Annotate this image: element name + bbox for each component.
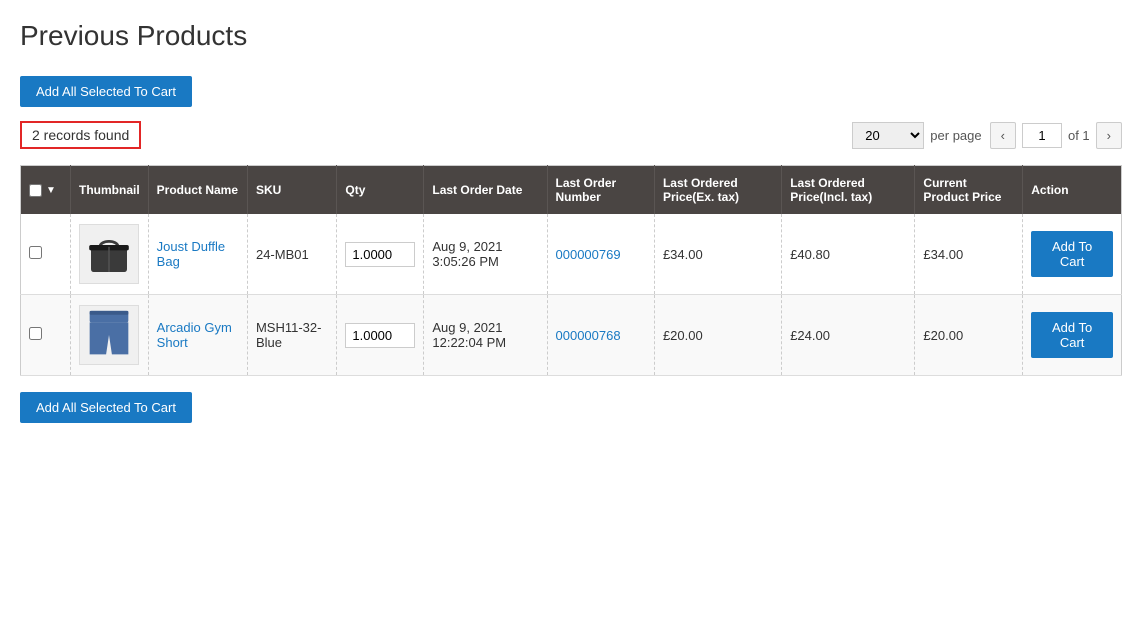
row2-current-price-cell: £20.00 [915,295,1023,376]
row2-product-name-cell[interactable]: Arcadio Gym Short [148,295,247,376]
row2-action-cell[interactable]: Add To Cart [1023,295,1122,376]
page-number-input[interactable] [1022,123,1062,148]
th-last-ordered-price-ex: Last Ordered Price(Ex. tax) [654,166,781,215]
table-row: Joust Duffle Bag 24-MB01 Aug 9, 2021 3:0… [21,214,1122,295]
records-found: 2 records found [20,121,141,149]
page-title: Previous Products [20,20,1122,52]
th-last-order-date: Last Order Date [424,166,547,215]
row1-price-incl-cell: £40.80 [782,214,915,295]
row1-last-order-number-cell[interactable]: 000000769 [547,214,654,295]
per-page-select[interactable]: 20 50 100 per page [852,122,981,149]
row2-checkbox[interactable] [29,327,42,340]
row2-order-link[interactable]: 000000768 [556,328,621,343]
th-thumbnail: Thumbnail [71,166,149,215]
table-row: Arcadio Gym Short MSH11-32-Blue Aug 9, 2… [21,295,1122,376]
row2-last-order-date-cell: Aug 9, 2021 12:22:04 PM [424,295,547,376]
row2-qty-input[interactable] [345,323,415,348]
select-all-dropdown-icon[interactable]: ▼ [46,185,56,196]
add-all-bottom-button[interactable]: Add All Selected To Cart [20,392,192,423]
row1-current-price: £34.00 [923,247,963,262]
row2-price-incl-cell: £24.00 [782,295,915,376]
row1-price-incl: £40.80 [790,247,830,262]
table-header-row: ▼ Thumbnail Product Name SKU Qty Last Or… [21,166,1122,215]
row2-thumbnail [79,305,139,365]
pagination-controls: 20 50 100 per page ‹ of 1 › [852,122,1122,149]
th-product-name: Product Name [148,166,247,215]
shorts-thumbnail-icon [84,306,134,364]
row2-last-order-date: Aug 9, 2021 12:22:04 PM [432,320,506,350]
row1-last-order-date-cell: Aug 9, 2021 3:05:26 PM [424,214,547,295]
row1-product-name-cell[interactable]: Joust Duffle Bag [148,214,247,295]
row1-checkbox-cell[interactable] [21,214,71,295]
page-total: of 1 [1068,128,1090,143]
per-page-dropdown[interactable]: 20 50 100 [852,122,924,149]
row1-order-link[interactable]: 000000769 [556,247,621,262]
row1-qty-input[interactable] [345,242,415,267]
per-page-label: per page [930,128,981,143]
row2-qty-cell[interactable] [337,295,424,376]
th-action: Action [1023,166,1122,215]
row1-add-to-cart-button[interactable]: Add To Cart [1031,231,1113,277]
row1-thumbnail [79,224,139,284]
prev-page-button[interactable]: ‹ [990,122,1016,149]
th-sku: SKU [247,166,336,215]
add-all-top-button[interactable]: Add All Selected To Cart [20,76,192,107]
row1-qty-cell[interactable] [337,214,424,295]
row1-last-order-date: Aug 9, 2021 3:05:26 PM [432,239,502,269]
row2-price-ex-cell: £20.00 [654,295,781,376]
row1-thumbnail-cell [71,214,149,295]
row1-current-price-cell: £34.00 [915,214,1023,295]
row1-price-ex: £34.00 [663,247,703,262]
bag-thumbnail-icon [82,227,136,281]
row2-sku: MSH11-32-Blue [256,320,322,350]
row2-sku-cell: MSH11-32-Blue [247,295,336,376]
row1-sku: 24-MB01 [256,247,309,262]
select-all-checkbox[interactable] [29,184,42,197]
th-last-ordered-price-incl: Last Ordered Price(Incl. tax) [782,166,915,215]
row2-product-link[interactable]: Arcadio Gym Short [157,320,232,350]
row2-last-order-number-cell[interactable]: 000000768 [547,295,654,376]
th-checkbox[interactable]: ▼ [21,166,71,215]
row1-action-cell[interactable]: Add To Cart [1023,214,1122,295]
row1-price-ex-cell: £34.00 [654,214,781,295]
row2-add-to-cart-button[interactable]: Add To Cart [1031,312,1113,358]
row2-thumbnail-cell [71,295,149,376]
th-qty: Qty [337,166,424,215]
row2-price-ex: £20.00 [663,328,703,343]
row2-price-incl: £24.00 [790,328,830,343]
th-last-order-number: Last Order Number [547,166,654,215]
products-table: ▼ Thumbnail Product Name SKU Qty Last Or… [20,165,1122,376]
row2-checkbox-cell[interactable] [21,295,71,376]
row1-product-link[interactable]: Joust Duffle Bag [157,239,225,269]
row2-current-price: £20.00 [923,328,963,343]
row1-checkbox[interactable] [29,246,42,259]
row1-sku-cell: 24-MB01 [247,214,336,295]
page-nav: ‹ of 1 › [990,122,1122,149]
next-page-button[interactable]: › [1096,122,1122,149]
th-current-product-price: Current Product Price [915,166,1023,215]
